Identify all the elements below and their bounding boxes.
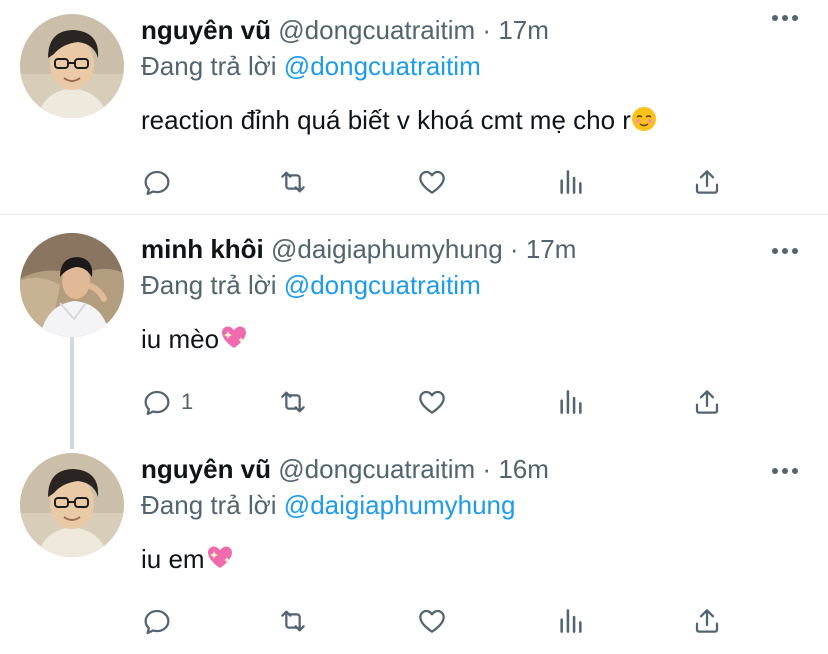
action-bar [141,605,728,637]
action-bar: 1 [141,386,728,418]
reply-context: Đang trả lời @dongcuatraitim [141,269,802,301]
reply-prefix: Đang trả lời [141,270,277,300]
analytics-button[interactable] [555,166,587,198]
like-button[interactable] [416,166,448,198]
reply-mention-link[interactable]: @daigiaphumyhung [284,490,516,520]
analytics-icon [560,609,582,633]
user-handle[interactable]: @daigiaphumyhung [271,234,503,264]
separator-dot: · [482,15,492,45]
timestamp[interactable]: 17m [526,234,577,264]
timestamp[interactable]: 17m [498,15,549,45]
retweet-icon [281,610,305,632]
analytics-button[interactable] [555,605,587,637]
more-options-icon[interactable] [772,247,802,255]
tweet-text-body: iu em [141,544,205,574]
retweet-button[interactable] [277,605,309,637]
display-name[interactable]: nguyên vũ [141,454,271,484]
reply-button[interactable]: 1 [141,386,193,418]
separator-dot: · [482,454,492,484]
relieved-face-emoji [631,106,657,139]
reply-prefix: Đang trả lời [141,51,277,81]
display-name[interactable]: minh khôi [141,234,264,264]
avatar-photo [20,453,124,557]
reply-prefix: Đang trả lời [141,490,277,520]
retweet-icon [281,171,305,193]
share-button[interactable] [691,605,723,637]
tweet-text: reaction đỉnh quá biết v khoá cmt mẹ cho… [141,104,802,139]
share-icon [695,170,719,194]
sparkling-heart-emoji [205,543,235,578]
avatar-photo [20,233,124,337]
reply-button[interactable] [141,166,181,198]
avatar[interactable] [20,233,124,337]
analytics-icon [560,390,582,414]
retweet-icon [281,391,305,413]
separator-dot: · [509,234,519,264]
avatar-photo [20,14,124,118]
tweet-header: nguyên vũ @dongcuatraitim · 17m [141,14,802,46]
like-button[interactable] [416,605,448,637]
reply-context: Đang trả lời @dongcuatraitim [141,50,802,82]
like-button[interactable] [416,386,448,418]
retweet-button[interactable] [277,166,309,198]
tweet[interactable]: nguyên vũ @dongcuatraitim · 16m Đang trả… [0,435,828,654]
tweet-text-body: iu mèo [141,324,220,354]
reply-button[interactable] [141,605,181,637]
more-options-icon[interactable] [772,467,802,475]
thread-connector-line [70,337,74,449]
share-icon [695,390,719,414]
reply-count: 1 [181,389,194,414]
like-icon [419,390,445,414]
avatar[interactable] [20,453,124,557]
action-bar [141,166,728,198]
avatar[interactable] [20,14,124,118]
more-options-icon[interactable] [772,14,802,22]
share-button[interactable] [691,166,723,198]
display-name[interactable]: nguyên vũ [141,15,271,45]
tweet-text: iu mèo [141,323,802,358]
tweet-header: minh khôi @daigiaphumyhung · 17m [141,233,802,265]
reply-icon [144,170,170,196]
tweet[interactable]: minh khôi @daigiaphumyhung · 17m Đang tr… [0,215,828,449]
analytics-icon [560,170,582,194]
like-icon [419,170,445,194]
reply-context: Đang trả lời @daigiaphumyhung [141,489,802,521]
tweet-header: nguyên vũ @dongcuatraitim · 16m [141,453,802,485]
sparkling-heart-emoji [219,323,249,358]
retweet-button[interactable] [277,386,309,418]
like-icon [419,609,445,633]
timestamp[interactable]: 16m [498,454,549,484]
share-button[interactable] [691,386,723,418]
analytics-button[interactable] [555,386,587,418]
user-handle[interactable]: @dongcuatraitim [278,454,475,484]
reply-icon [144,390,170,416]
reply-icon [144,609,170,635]
reply-mention-link[interactable]: @dongcuatraitim [284,51,481,81]
tweet-text-body: reaction đỉnh quá biết v khoá cmt mẹ cho… [141,105,631,135]
tweet-text: iu em [141,543,802,578]
tweet[interactable]: nguyên vũ @dongcuatraitim · 17m Đang trả… [0,0,828,214]
user-handle[interactable]: @dongcuatraitim [278,15,475,45]
reply-mention-link[interactable]: @dongcuatraitim [284,270,481,300]
share-icon [695,609,719,633]
